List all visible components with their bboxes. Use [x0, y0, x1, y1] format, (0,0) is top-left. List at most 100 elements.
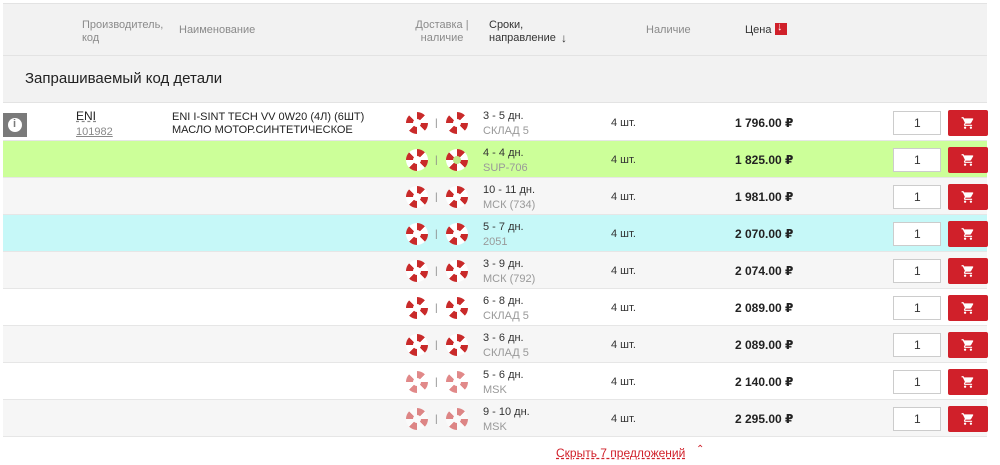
availability-qty: 4 шт. [611, 376, 636, 388]
delivery-days: 3 - 6 дн. [483, 332, 524, 344]
quantity-input[interactable]: 1 [893, 370, 941, 394]
cart-icon [961, 117, 974, 129]
part-code-link[interactable]: 101982 [76, 126, 113, 138]
availability-qty: 4 шт. [611, 339, 636, 351]
table-header: Производитель, код Наименование Доставка … [3, 3, 987, 56]
stock-lifebuoy-icon [446, 260, 468, 282]
separator: | [435, 118, 438, 129]
separator: | [435, 266, 438, 277]
delivery-lifebuoy-icon [406, 297, 428, 319]
delivery-days: 3 - 9 дн. [483, 258, 524, 270]
table-row: | 4 - 4 дн. SUP-706 4 шт. 1 825.00 ₽ 1 [3, 141, 988, 178]
info-icon[interactable]: i [3, 113, 27, 137]
warehouse: МСК (734) [483, 199, 536, 211]
warehouse: СКЛАД 5 [483, 125, 529, 137]
chevron-up-icon: ⌃ [696, 444, 705, 455]
stock-lifebuoy-icon [446, 408, 468, 430]
price: 2 140.00 ₽ [735, 375, 794, 389]
sort-arrow-icon: ↓ [561, 31, 567, 45]
table-row: | 6 - 8 дн. СКЛАД 5 4 шт. 2 089.00 ₽ 1 [3, 289, 988, 326]
warehouse: МСК (792) [483, 273, 536, 285]
maker-link[interactable]: ENI [76, 109, 96, 123]
price: 1 825.00 ₽ [735, 153, 794, 167]
cart-icon [961, 154, 974, 166]
stock-lifebuoy-icon [446, 371, 468, 393]
add-to-cart-button[interactable] [948, 369, 988, 395]
stock-lifebuoy-icon [446, 186, 468, 208]
quantity-input[interactable]: 1 [893, 148, 941, 172]
separator: | [435, 192, 438, 203]
hide-offers-toggle[interactable]: Скрыть 7 предложений ⌃ [556, 444, 704, 460]
quantity-input[interactable]: 1 [893, 222, 941, 246]
quantity-input[interactable]: 1 [893, 259, 941, 283]
part-name: ENI I-SINT TECH VV 0W20 (4Л) (6ШТ) МАСЛО… [172, 111, 365, 136]
price: 2 074.00 ₽ [735, 264, 794, 278]
warehouse: СКЛАД 5 [483, 347, 529, 359]
add-to-cart-button[interactable] [948, 221, 988, 247]
separator: | [435, 155, 438, 166]
price: 2 070.00 ₽ [735, 227, 794, 241]
table-row: | 3 - 6 дн. СКЛАД 5 4 шт. 2 089.00 ₽ 1 [3, 326, 988, 363]
add-to-cart-button[interactable] [948, 258, 988, 284]
quantity-input[interactable]: 1 [893, 111, 941, 135]
warehouse: СКЛАД 5 [483, 310, 529, 322]
quantity-input[interactable]: 1 [893, 296, 941, 320]
separator: | [435, 340, 438, 351]
stock-lifebuoy-icon [446, 334, 468, 356]
cart-icon [961, 228, 974, 240]
separator: | [435, 303, 438, 314]
quantity-input[interactable]: 1 [893, 185, 941, 209]
separator: | [435, 377, 438, 388]
availability-qty: 4 шт. [611, 117, 636, 129]
cart-icon [961, 376, 974, 388]
delivery-days: 5 - 7 дн. [483, 221, 524, 233]
header-name: Наименование [179, 24, 256, 36]
add-to-cart-button[interactable] [948, 147, 988, 173]
add-to-cart-button[interactable] [948, 184, 988, 210]
header-availability: Наличие [646, 24, 691, 36]
price: 2 295.00 ₽ [735, 412, 794, 426]
cart-icon [961, 265, 974, 277]
quantity-input[interactable]: 1 [893, 333, 941, 357]
availability-qty: 4 шт. [611, 302, 636, 314]
section-title: Запрашиваемый код детали [25, 70, 223, 87]
separator: | [435, 414, 438, 425]
delivery-days: 10 - 11 дн. [483, 184, 536, 196]
quantity-input[interactable]: 1 [893, 407, 941, 431]
table-row: i ENI 101982 ENI I-SINT TECH VV 0W20 (4Л) (… [3, 104, 988, 141]
delivery-days: 4 - 4 дн. [483, 147, 524, 159]
delivery-lifebuoy-icon [406, 334, 428, 356]
cart-icon [961, 413, 974, 425]
table-row: | 9 - 10 дн. MSK 4 шт. 2 295.00 ₽ 1 [3, 400, 988, 437]
delivery-lifebuoy-icon [406, 149, 428, 171]
add-to-cart-button[interactable] [948, 406, 988, 432]
stock-lifebuoy-icon [446, 297, 468, 319]
delivery-days: 3 - 5 дн. [483, 110, 524, 122]
price: 2 089.00 ₽ [735, 301, 794, 315]
cart-icon [961, 191, 974, 203]
table-row: | 3 - 9 дн. МСК (792) 4 шт. 2 074.00 ₽ 1 [3, 252, 988, 289]
availability-qty: 4 шт. [611, 265, 636, 277]
header-maker-code: Производитель, код [82, 19, 164, 44]
add-to-cart-button[interactable] [948, 110, 988, 136]
section-header: Запрашиваемый код детали [3, 56, 987, 103]
table-row: | 5 - 7 дн. 2051 4 шт. 2 070.00 ₽ 1 [3, 215, 988, 252]
availability-qty: 4 шт. [611, 413, 636, 425]
add-to-cart-button[interactable] [948, 295, 988, 321]
add-to-cart-button[interactable] [948, 332, 988, 358]
header-price-sort[interactable]: Цена [745, 24, 771, 37]
stock-lifebuoy-icon [446, 112, 468, 134]
delivery-days: 5 - 6 дн. [483, 369, 524, 381]
delivery-lifebuoy-icon [406, 186, 428, 208]
availability-qty: 4 шт. [611, 154, 636, 166]
stock-lifebuoy-icon [446, 223, 468, 245]
delivery-lifebuoy-icon [406, 408, 428, 430]
delivery-days: 6 - 8 дн. [483, 295, 524, 307]
separator: | [435, 229, 438, 240]
warehouse: MSK [483, 384, 507, 396]
sort-desc-icon[interactable] [775, 21, 787, 35]
cart-icon [961, 339, 974, 351]
header-terms-sort[interactable]: Сроки, направление ↓ [489, 19, 567, 45]
warehouse: MSK [483, 421, 507, 433]
stock-lifebuoy-icon [446, 149, 468, 171]
